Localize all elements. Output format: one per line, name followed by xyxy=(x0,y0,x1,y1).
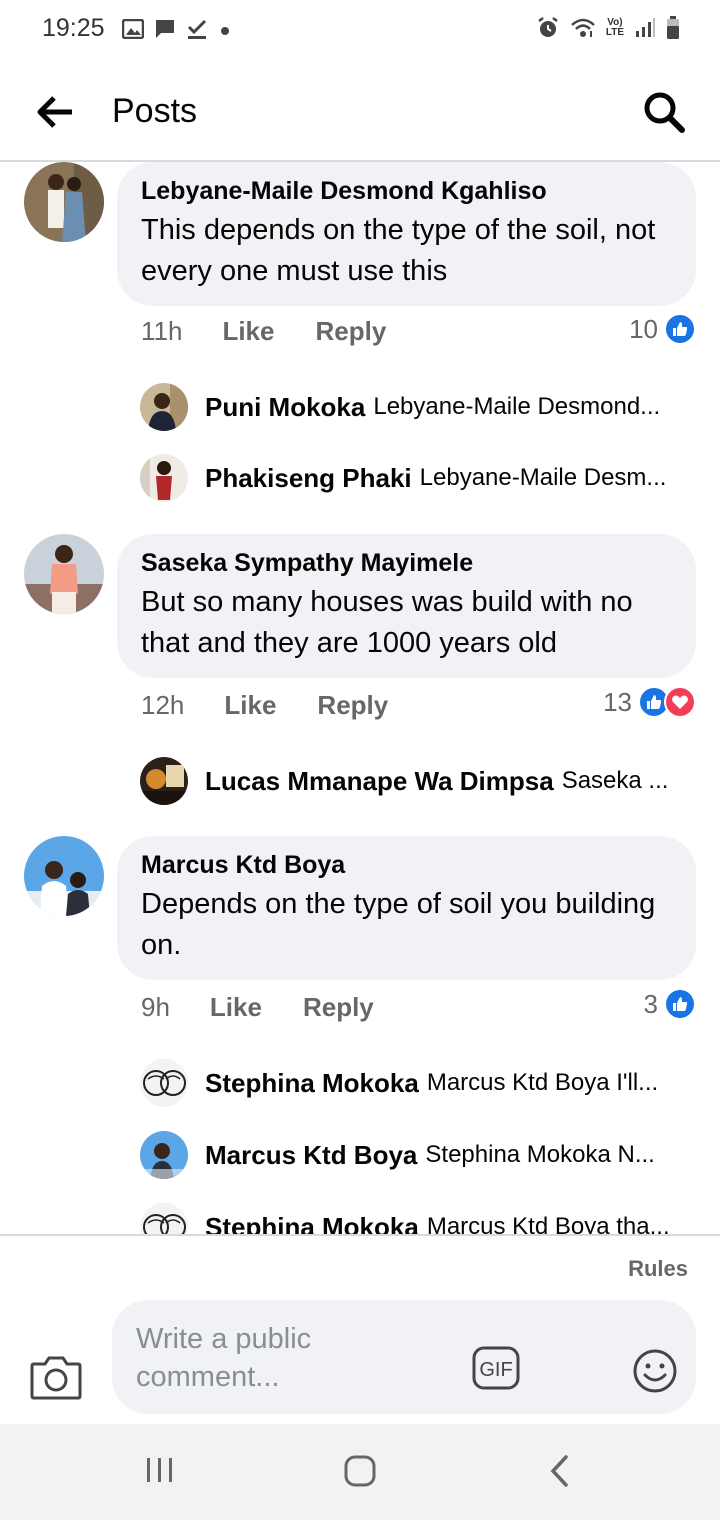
comment-author[interactable]: Saseka Sympathy Mayimele xyxy=(141,548,672,578)
avatar[interactable] xyxy=(140,383,188,431)
camera-icon xyxy=(30,1356,82,1400)
system-nav-bar xyxy=(0,1424,720,1520)
app-header: Posts xyxy=(0,62,720,162)
like-button[interactable]: Like xyxy=(224,690,276,721)
reply-author[interactable]: Stephina Mokoka xyxy=(205,1212,419,1235)
reply-preview: Saseka ... xyxy=(561,767,669,794)
like-reaction-icon xyxy=(664,988,696,1020)
reply-author[interactable]: Puni Mokoka xyxy=(205,392,365,423)
comment-composer: Rules Write a public comment... GIF xyxy=(0,1234,720,1424)
reply-preview: Lebyane-Maile Desm... xyxy=(419,464,667,491)
message-icon xyxy=(154,18,176,40)
comment-bubble[interactable]: Marcus Ktd Boya Depends on the type of s… xyxy=(117,836,696,980)
comment-time[interactable]: 9h xyxy=(141,992,170,1023)
comment-time[interactable]: 11h xyxy=(141,316,182,347)
wifi-icon xyxy=(570,17,596,39)
comment-actions: 12h Like Reply xyxy=(141,690,388,721)
reply-preview: Stephina Mokoka N... xyxy=(425,1141,655,1168)
comment-author[interactable]: Marcus Ktd Boya xyxy=(141,850,672,880)
avatar[interactable] xyxy=(24,162,104,242)
smiley-icon xyxy=(633,1349,677,1393)
like-button[interactable]: Like xyxy=(222,316,274,347)
comment-actions: 9h Like Reply xyxy=(141,992,374,1023)
reply-preview: Marcus Ktd Boya I'll... xyxy=(426,1069,659,1096)
reply-button[interactable]: Reply xyxy=(303,992,374,1023)
reaction-summary[interactable]: 10 xyxy=(629,313,696,345)
volte-bottom-text: LTE xyxy=(605,27,624,38)
like-button[interactable]: Like xyxy=(210,992,262,1023)
avatar[interactable] xyxy=(24,836,104,916)
comment-placeholder: Write a public comment... xyxy=(136,1323,312,1393)
signal-icon xyxy=(634,17,656,39)
avatar[interactable] xyxy=(140,1059,188,1107)
volte-icon: Vo) LTE xyxy=(606,18,624,38)
home-button[interactable] xyxy=(343,1454,377,1493)
reply-preview: Lebyane-Maile Desmond... xyxy=(373,393,661,420)
reply-item[interactable]: Marcus Ktd Boya Stephina Mokoka N... xyxy=(140,1130,700,1180)
comment-bubble[interactable]: Saseka Sympathy Mayimele But so many hou… xyxy=(117,534,696,678)
search-icon xyxy=(644,92,685,133)
comment-actions: 11h Like Reply xyxy=(141,316,386,347)
reaction-count: 13 xyxy=(603,686,632,717)
comments-feed[interactable]: Lebyane-Maile Desmond Kgahliso This depe… xyxy=(0,162,720,1234)
status-time: 19:25 xyxy=(42,14,105,42)
avatar[interactable] xyxy=(140,454,188,502)
comment-text: But so many houses was build with no tha… xyxy=(141,586,633,659)
recent-apps-button[interactable] xyxy=(144,1454,176,1491)
reply-author[interactable]: Lucas Mmanape Wa Dimpsa xyxy=(205,766,554,797)
reaction-summary[interactable]: 3 xyxy=(644,988,696,1020)
battery-icon xyxy=(666,16,680,40)
recent-apps-icon xyxy=(147,1458,172,1482)
comment-author[interactable]: Lebyane-Maile Desmond Kgahliso xyxy=(141,176,672,206)
check-icon xyxy=(186,18,208,40)
arrow-left-icon xyxy=(37,96,72,128)
alarm-icon xyxy=(536,16,560,40)
comment-bubble[interactable]: Lebyane-Maile Desmond Kgahliso This depe… xyxy=(117,162,696,306)
gif-button[interactable]: GIF xyxy=(472,1346,520,1390)
reaction-summary[interactable]: 13 xyxy=(603,686,696,718)
search-button[interactable] xyxy=(642,90,686,134)
camera-button[interactable] xyxy=(30,1354,82,1400)
comment-text: This depends on the type of the soil, no… xyxy=(141,214,656,287)
reply-button[interactable]: Reply xyxy=(315,316,386,347)
home-icon xyxy=(344,1455,376,1487)
page-title: Posts xyxy=(112,92,198,130)
reaction-count: 10 xyxy=(629,313,658,344)
avatar[interactable] xyxy=(24,534,104,614)
chevron-left-icon xyxy=(550,1455,568,1487)
comment-time[interactable]: 12h xyxy=(141,690,184,721)
reply-author[interactable]: Stephina Mokoka xyxy=(205,1068,419,1099)
reaction-count: 3 xyxy=(643,988,658,1019)
status-bar: 19:25 Vo) LTE xyxy=(0,0,720,62)
back-button[interactable] xyxy=(36,94,76,130)
comment-text: Depends on the type of soil you building… xyxy=(141,888,656,961)
like-reaction-icon xyxy=(664,313,696,345)
emoji-button[interactable] xyxy=(632,1348,678,1394)
reply-item[interactable]: Puni Mokoka Lebyane-Maile Desmond... xyxy=(140,382,700,432)
avatar[interactable] xyxy=(140,757,188,805)
avatar[interactable] xyxy=(140,1203,188,1234)
avatar[interactable] xyxy=(140,1131,188,1179)
reply-item[interactable]: Lucas Mmanape Wa Dimpsa Saseka ... xyxy=(140,756,700,806)
reply-item[interactable]: Stephina Mokoka Marcus Ktd Boya I'll... xyxy=(140,1058,700,1108)
comment-input[interactable]: Write a public comment... GIF xyxy=(112,1300,696,1414)
reply-item[interactable]: Phakiseng Phaki Lebyane-Maile Desm... xyxy=(140,453,700,503)
reply-item[interactable]: Stephina Mokoka Marcus Ktd Boya tha... xyxy=(140,1202,700,1234)
love-reaction-icon xyxy=(664,686,696,718)
image-icon xyxy=(122,19,144,39)
reply-preview: Marcus Ktd Boya tha... xyxy=(426,1213,670,1234)
reply-author[interactable]: Phakiseng Phaki xyxy=(205,463,412,494)
system-back-button[interactable] xyxy=(548,1454,572,1493)
gif-label: GIF xyxy=(479,1359,512,1381)
dot-icon xyxy=(218,22,232,36)
rules-link[interactable]: Rules xyxy=(628,1256,688,1282)
reply-button[interactable]: Reply xyxy=(317,690,388,721)
reply-author[interactable]: Marcus Ktd Boya xyxy=(205,1140,417,1171)
